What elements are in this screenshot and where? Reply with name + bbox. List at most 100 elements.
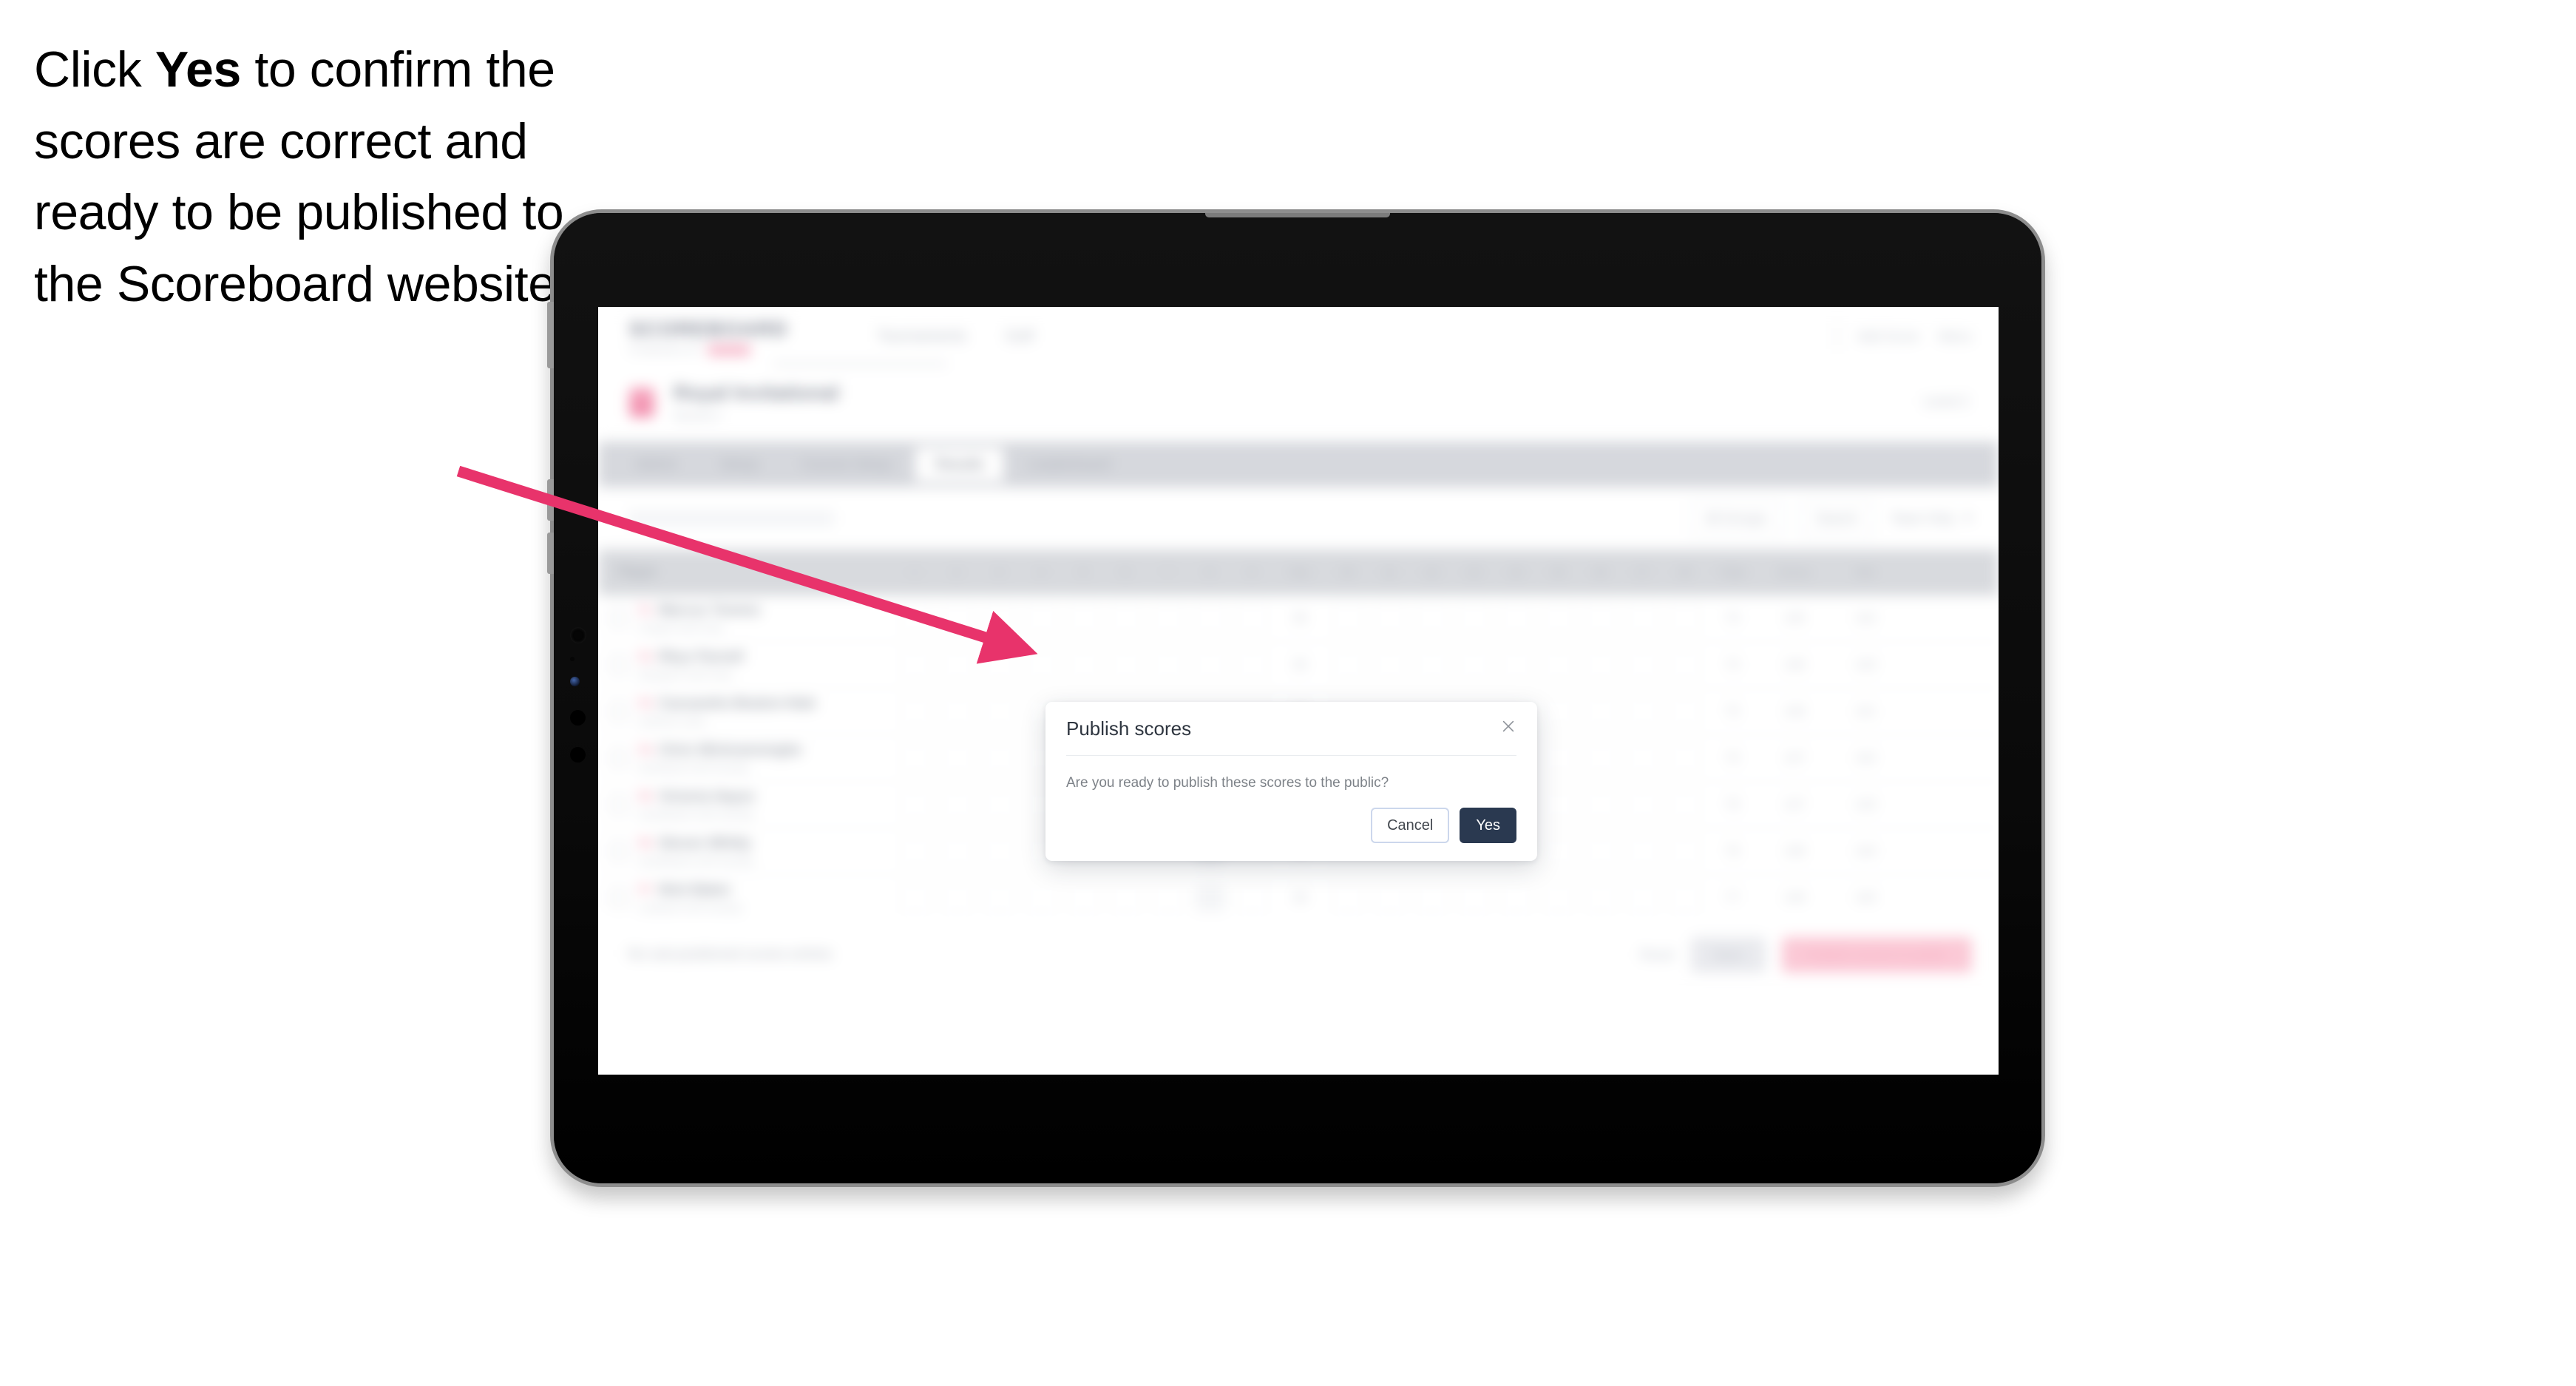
score-cell[interactable] <box>1579 735 1621 781</box>
score-cell[interactable] <box>936 642 978 688</box>
score-cell[interactable] <box>1664 642 1706 688</box>
score-cell[interactable] <box>978 782 1020 828</box>
row-checkbox[interactable] <box>610 889 628 907</box>
row-checkbox[interactable] <box>610 796 628 814</box>
score-cell[interactable] <box>936 828 978 874</box>
score-cell[interactable] <box>1369 642 1411 688</box>
score-cell[interactable] <box>1495 595 1537 641</box>
score-cell[interactable] <box>1062 642 1105 688</box>
score-cell[interactable] <box>1105 875 1147 921</box>
search-input[interactable]: Search <box>1799 501 1874 536</box>
score-cell[interactable] <box>1664 782 1706 828</box>
table-row[interactable]: T1 Marcus Tomms Chapel Golf Club 36 74 1… <box>598 595 1999 642</box>
score-cell[interactable] <box>894 595 936 641</box>
score-cell[interactable] <box>1537 735 1579 781</box>
score-cell[interactable] <box>1664 735 1706 781</box>
score-cell[interactable] <box>1020 595 1062 641</box>
row-checkbox[interactable] <box>610 749 628 767</box>
score-cell[interactable] <box>1147 875 1189 921</box>
score-cell[interactable] <box>1105 642 1147 688</box>
score-cell[interactable] <box>1621 642 1664 688</box>
table-row[interactable]: T2 Rhys Parnell Westport Golf Club 36 74… <box>598 642 1999 689</box>
score-cell[interactable] <box>1579 875 1621 921</box>
score-cell[interactable] <box>1621 689 1664 734</box>
score-cell[interactable] <box>1189 642 1231 688</box>
footer-reset-link[interactable]: Reset <box>1640 947 1675 963</box>
sort-select[interactable]: Team Only <box>1891 511 1973 527</box>
score-cell[interactable] <box>1105 595 1147 641</box>
score-cell[interactable] <box>1621 782 1664 828</box>
tab-results[interactable]: Results <box>915 447 1003 481</box>
row-checkbox[interactable] <box>610 842 628 860</box>
score-cell[interactable] <box>1326 875 1369 921</box>
score-cell[interactable] <box>1621 735 1664 781</box>
score-cell[interactable] <box>1147 595 1189 641</box>
close-icon[interactable] <box>1496 714 1521 739</box>
volume-up-button[interactable] <box>547 479 554 521</box>
footer-save-button[interactable]: Save <box>1690 937 1766 973</box>
tab-leaderboard[interactable]: Leaderboard <box>1008 447 1130 481</box>
score-cell[interactable] <box>978 642 1020 688</box>
row-checkbox[interactable] <box>610 609 628 627</box>
score-cell[interactable] <box>1062 595 1105 641</box>
score-cell[interactable] <box>936 735 978 781</box>
score-cell[interactable] <box>1621 875 1664 921</box>
score-cell[interactable] <box>1664 689 1706 734</box>
score-cell[interactable] <box>1453 642 1495 688</box>
score-cell[interactable] <box>1537 782 1579 828</box>
nav-item-tournaments[interactable]: Tournaments <box>877 328 966 345</box>
score-cell[interactable] <box>978 689 1020 734</box>
score-cell[interactable] <box>1369 875 1411 921</box>
score-cell[interactable] <box>1189 875 1231 921</box>
score-cell[interactable] <box>1411 875 1453 921</box>
score-cell[interactable] <box>1453 595 1495 641</box>
tab-admin[interactable]: Admin <box>616 447 696 481</box>
volume-down-button[interactable] <box>547 533 554 574</box>
score-cell[interactable] <box>1411 642 1453 688</box>
row-checkbox[interactable] <box>610 703 628 720</box>
score-cell[interactable] <box>894 642 936 688</box>
score-cell[interactable] <box>978 735 1020 781</box>
score-cell[interactable] <box>894 782 936 828</box>
score-cell[interactable] <box>1537 689 1579 734</box>
brand-logo[interactable]: SCOREBOARD POWERED BY <box>629 318 788 356</box>
score-cell[interactable] <box>1579 595 1621 641</box>
score-cell[interactable] <box>936 595 978 641</box>
score-cell[interactable] <box>1495 875 1537 921</box>
yes-button[interactable]: Yes <box>1460 808 1516 843</box>
score-cell[interactable] <box>1189 595 1231 641</box>
score-cell[interactable] <box>978 595 1020 641</box>
score-cell[interactable] <box>1369 595 1411 641</box>
score-cell[interactable] <box>1537 595 1579 641</box>
score-cell[interactable] <box>1231 875 1273 921</box>
footer-publish-button[interactable]: Publish scores to public <box>1781 937 1972 973</box>
score-cell[interactable] <box>1495 642 1537 688</box>
score-cell[interactable] <box>1537 642 1579 688</box>
score-cell[interactable] <box>936 689 978 734</box>
score-cell[interactable] <box>1537 828 1579 874</box>
score-cell[interactable] <box>1579 782 1621 828</box>
score-cell[interactable] <box>894 689 936 734</box>
score-cell[interactable] <box>894 828 936 874</box>
header-link-menu[interactable]: Menu <box>1939 329 1972 345</box>
score-cell[interactable] <box>1579 689 1621 734</box>
score-cell[interactable] <box>1579 828 1621 874</box>
group-filter-select[interactable]: All Groups <box>1688 501 1783 536</box>
score-cell[interactable] <box>1147 642 1189 688</box>
header-link-add-score[interactable]: Add Score <box>1857 329 1919 345</box>
row-checkbox[interactable] <box>610 656 628 674</box>
score-cell[interactable] <box>1664 875 1706 921</box>
score-cell[interactable] <box>1326 642 1369 688</box>
score-cell[interactable] <box>1453 875 1495 921</box>
score-cell[interactable] <box>936 782 978 828</box>
score-cell[interactable] <box>1621 595 1664 641</box>
score-cell[interactable] <box>1411 595 1453 641</box>
score-cell[interactable] <box>894 735 936 781</box>
tab-course-setup[interactable]: Course Setup <box>782 447 911 481</box>
score-cell[interactable] <box>1537 875 1579 921</box>
score-cell[interactable] <box>978 828 1020 874</box>
power-button[interactable] <box>547 302 554 368</box>
score-cell[interactable] <box>894 875 936 921</box>
score-cell[interactable] <box>1231 595 1273 641</box>
score-cell[interactable] <box>1062 875 1105 921</box>
